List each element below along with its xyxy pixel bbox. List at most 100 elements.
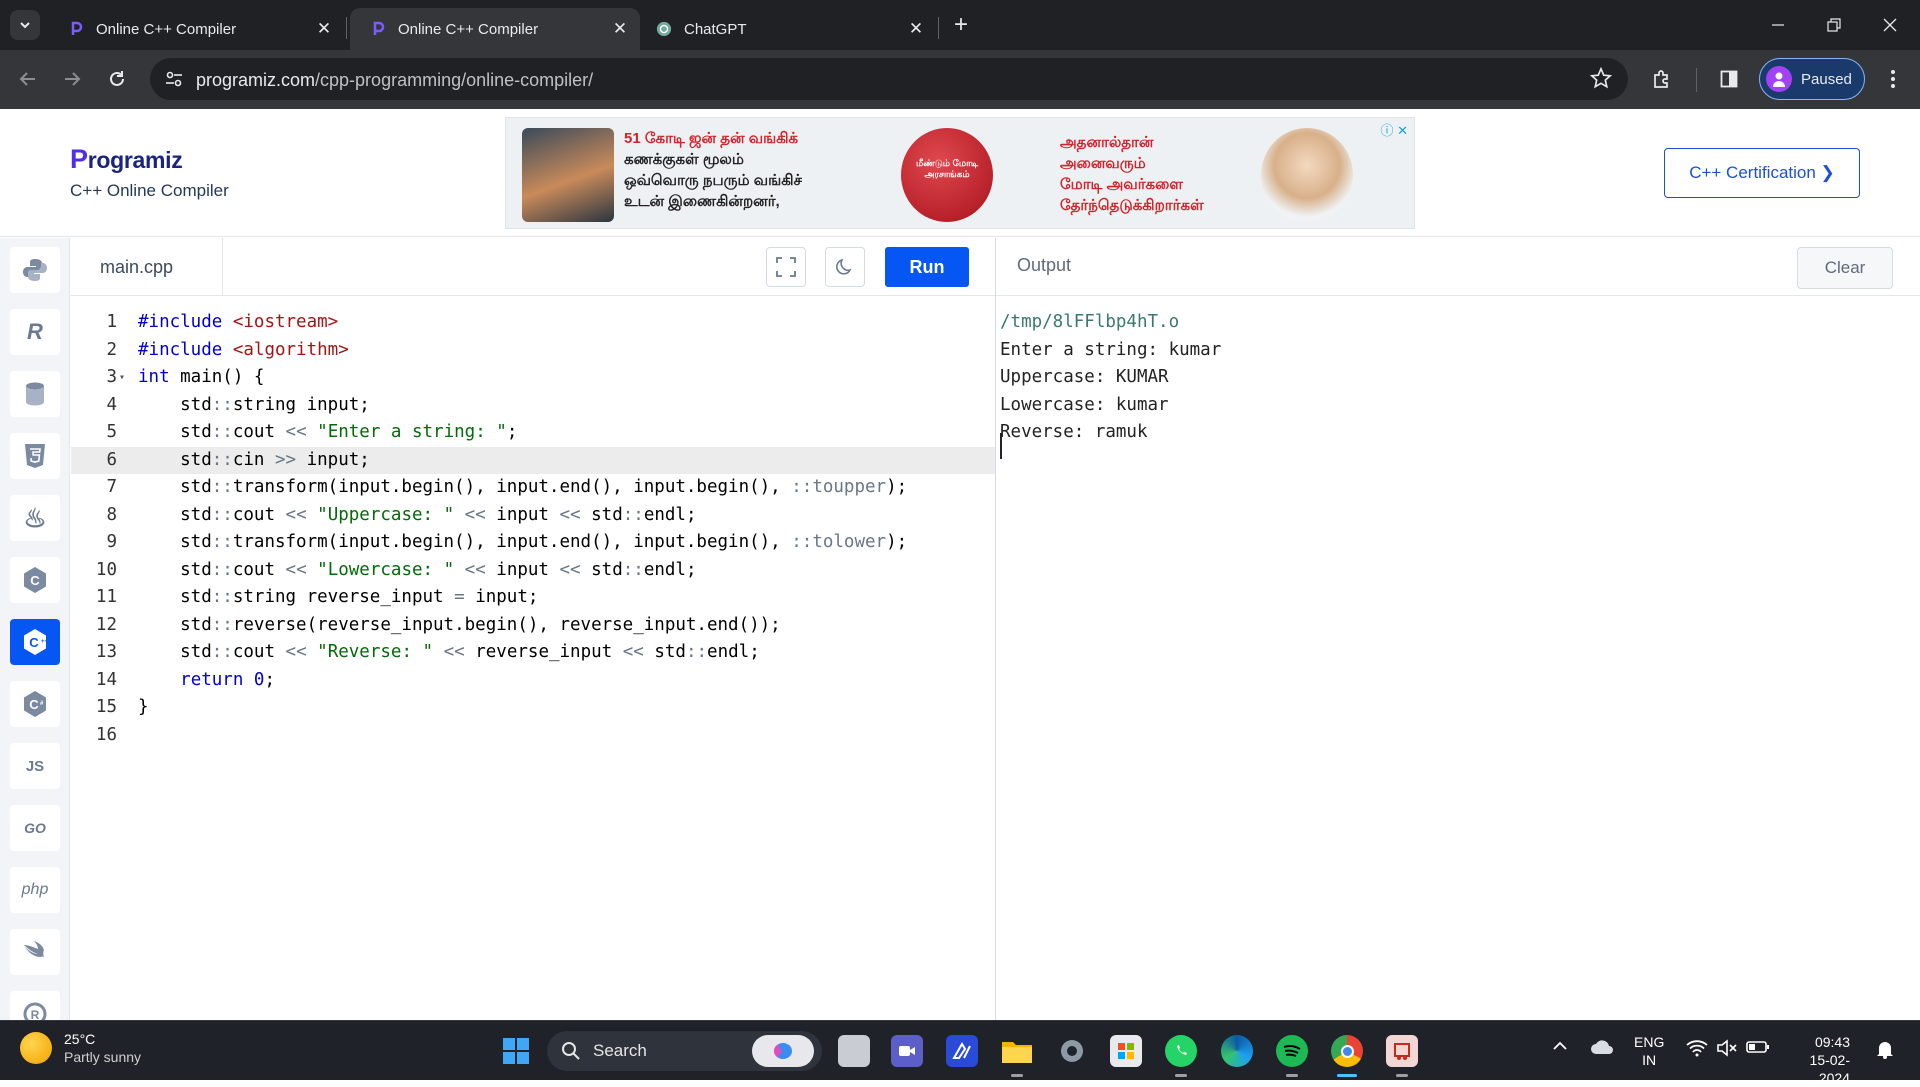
code-line[interactable]: 2 #include <algorithm> bbox=[71, 337, 995, 365]
browser-tab-3[interactable]: ChatGPT ✕ bbox=[636, 8, 936, 50]
microsoft-store-icon[interactable] bbox=[1110, 1035, 1142, 1067]
code-line[interactable]: 13 std::cout << "Reverse: " << reverse_i… bbox=[71, 639, 995, 667]
new-tab-button[interactable]: + bbox=[946, 11, 976, 39]
code-line[interactable]: 16 bbox=[71, 722, 995, 750]
line-number: 1 bbox=[106, 312, 117, 332]
sidebar-item-r[interactable]: R bbox=[10, 309, 60, 355]
sidebar-item-sql[interactable] bbox=[10, 371, 60, 417]
site-info-icon[interactable] bbox=[160, 65, 188, 93]
clear-button[interactable]: Clear bbox=[1797, 247, 1893, 289]
sidebar-item-java[interactable]: ♨ bbox=[10, 495, 60, 541]
sidebar-item-html[interactable] bbox=[10, 433, 60, 479]
code-line[interactable]: 4 std::string input; bbox=[71, 392, 995, 420]
taskbar-search[interactable]: Search bbox=[547, 1031, 822, 1071]
code-line[interactable]: 10 std::cout << "Lowercase: " << input <… bbox=[71, 557, 995, 585]
minimize-button[interactable] bbox=[1750, 0, 1806, 50]
close-tab-icon[interactable]: ✕ bbox=[904, 17, 928, 41]
onedrive-cloud-icon[interactable] bbox=[1590, 1039, 1614, 1058]
url-text[interactable]: programiz.com/cpp-programming/online-com… bbox=[196, 70, 593, 91]
sidebar-item-c[interactable]: C bbox=[10, 557, 60, 603]
advertisement-banner[interactable]: 51 கோடி ஜன் தன் வங்கிக் கணக்குகள் மூலம் … bbox=[505, 117, 1415, 229]
code-line[interactable]: 6 std::cin >> input; bbox=[71, 446, 995, 474]
code-text: std::cout << "Enter a string: "; bbox=[138, 422, 518, 442]
sidebar-item-swift[interactable] bbox=[10, 929, 60, 975]
swift-icon bbox=[24, 941, 44, 957]
ad-left-text: 51 கோடி ஜன் தன் வங்கிக் கணக்குகள் மூலம் … bbox=[624, 130, 802, 210]
reload-button[interactable] bbox=[100, 62, 134, 96]
tab-search-button[interactable] bbox=[10, 10, 40, 40]
code-line[interactable]: 12 std::reverse(reverse_input.begin(), r… bbox=[71, 612, 995, 640]
code-line[interactable]: 9 std::transform(input.begin(), input.en… bbox=[71, 529, 995, 557]
sidebar-item-php[interactable]: php bbox=[10, 867, 60, 913]
forward-button[interactable] bbox=[55, 62, 89, 96]
settings-icon[interactable] bbox=[1056, 1035, 1088, 1067]
python-icon bbox=[23, 259, 47, 281]
wifi-icon[interactable] bbox=[1686, 1039, 1708, 1060]
arrow-left-icon bbox=[19, 72, 35, 86]
file-tab[interactable]: main.cpp bbox=[71, 238, 223, 296]
taskbar-clock[interactable]: 09:43 15-02-2024 bbox=[1786, 1033, 1850, 1087]
search-icon bbox=[562, 1042, 580, 1060]
chrome-browser-icon[interactable] bbox=[1331, 1035, 1363, 1077]
certification-button[interactable]: C++ Certification ❯ bbox=[1664, 148, 1860, 198]
spotify-icon[interactable] bbox=[1276, 1035, 1308, 1077]
sidebar-item-javascript[interactable]: JS bbox=[10, 743, 60, 789]
side-panel-button[interactable] bbox=[1712, 62, 1746, 96]
sidebar-item-csharp[interactable]: C # bbox=[10, 681, 60, 727]
code-line[interactable]: 7 std::transform(input.begin(), input.en… bbox=[71, 474, 995, 502]
ad-info-icon[interactable]: ⓘ ✕ bbox=[1380, 120, 1408, 139]
rust-icon: R bbox=[23, 1002, 47, 1020]
volume-muted-icon[interactable] bbox=[1716, 1039, 1738, 1060]
sidebar-item-cpp[interactable]: C ++ bbox=[10, 619, 60, 665]
extensions-button[interactable] bbox=[1645, 62, 1679, 96]
whatsapp-icon[interactable] bbox=[1165, 1035, 1197, 1077]
code-line[interactable]: 15} bbox=[71, 694, 995, 722]
snipping-tool-icon[interactable] bbox=[1386, 1035, 1418, 1077]
sidebar-item-rust[interactable]: R bbox=[10, 991, 60, 1020]
weather-widget[interactable]: 25°C Partly sunny bbox=[20, 1031, 141, 1065]
bookmark-star-icon[interactable] bbox=[1589, 66, 1614, 91]
task-view-icon[interactable] bbox=[838, 1035, 870, 1067]
browser-toolbar: programiz.com/cpp-programming/online-com… bbox=[0, 50, 1920, 109]
battery-icon[interactable] bbox=[1746, 1039, 1770, 1058]
code-line[interactable]: 1 #include <iostream> bbox=[71, 309, 995, 337]
app-icon-edit[interactable] bbox=[946, 1035, 978, 1067]
output-line: Enter a string: kumar bbox=[1000, 339, 1222, 360]
fullscreen-button[interactable] bbox=[766, 247, 806, 287]
programiz-logo[interactable]: Programiz C++ Online Compiler bbox=[70, 144, 229, 201]
brand-rest: rogramiz bbox=[87, 147, 183, 173]
code-line[interactable]: 8 std::cout << "Uppercase: " << input <<… bbox=[71, 502, 995, 530]
browser-tab-2[interactable]: Online C++ Compiler ✕ bbox=[350, 8, 640, 50]
output-line: Uppercase: KUMAR bbox=[1000, 367, 1169, 387]
code-line[interactable]: 5 std::cout << "Enter a string: "; bbox=[71, 419, 995, 447]
browser-tab-1[interactable]: Online C++ Compiler ✕ bbox=[48, 8, 344, 50]
output-console[interactable]: /tmp/8lFFlbp4hT.o Enter a string: kumar Up… bbox=[996, 296, 1920, 1020]
close-window-button[interactable] bbox=[1862, 0, 1918, 50]
profile-button[interactable]: Paused bbox=[1759, 58, 1865, 100]
code-editor[interactable]: 1 #include <iostream> 2 #include <algorithm… bbox=[71, 296, 995, 1020]
code-line[interactable]: 14 return 0; bbox=[71, 667, 995, 695]
teams-meet-icon[interactable] bbox=[891, 1035, 923, 1067]
copilot-icon[interactable] bbox=[752, 1035, 814, 1067]
edge-browser-icon[interactable] bbox=[1221, 1035, 1253, 1067]
back-button[interactable] bbox=[11, 62, 45, 96]
fold-arrow-icon[interactable]: ▾ bbox=[119, 364, 125, 392]
close-tab-icon[interactable]: ✕ bbox=[312, 17, 336, 41]
code-line[interactable]: 11 std::string reverse_input = input; bbox=[71, 584, 995, 612]
address-bar[interactable]: programiz.com/cpp-programming/online-com… bbox=[150, 58, 1628, 100]
run-button[interactable]: Run bbox=[885, 247, 969, 287]
running-indicator bbox=[1011, 1074, 1023, 1077]
sidebar-item-python[interactable] bbox=[10, 247, 60, 293]
sidebar-item-go[interactable]: GO bbox=[10, 805, 60, 851]
notification-bell-icon[interactable] bbox=[1876, 1039, 1894, 1062]
file-explorer-icon[interactable] bbox=[1001, 1035, 1033, 1077]
close-tab-icon[interactable]: ✕ bbox=[608, 17, 632, 41]
start-button[interactable] bbox=[500, 1035, 532, 1067]
input-language-indicator[interactable]: ENG IN bbox=[1634, 1033, 1664, 1069]
show-hidden-icons-chevron-icon[interactable] bbox=[1552, 1039, 1568, 1055]
dark-mode-button[interactable] bbox=[825, 247, 865, 287]
code-line[interactable]: 3 ▾ int main() { bbox=[71, 364, 995, 392]
browser-menu-button[interactable] bbox=[1876, 62, 1910, 96]
restore-button[interactable] bbox=[1806, 0, 1862, 50]
plus-icon: + bbox=[953, 11, 968, 38]
